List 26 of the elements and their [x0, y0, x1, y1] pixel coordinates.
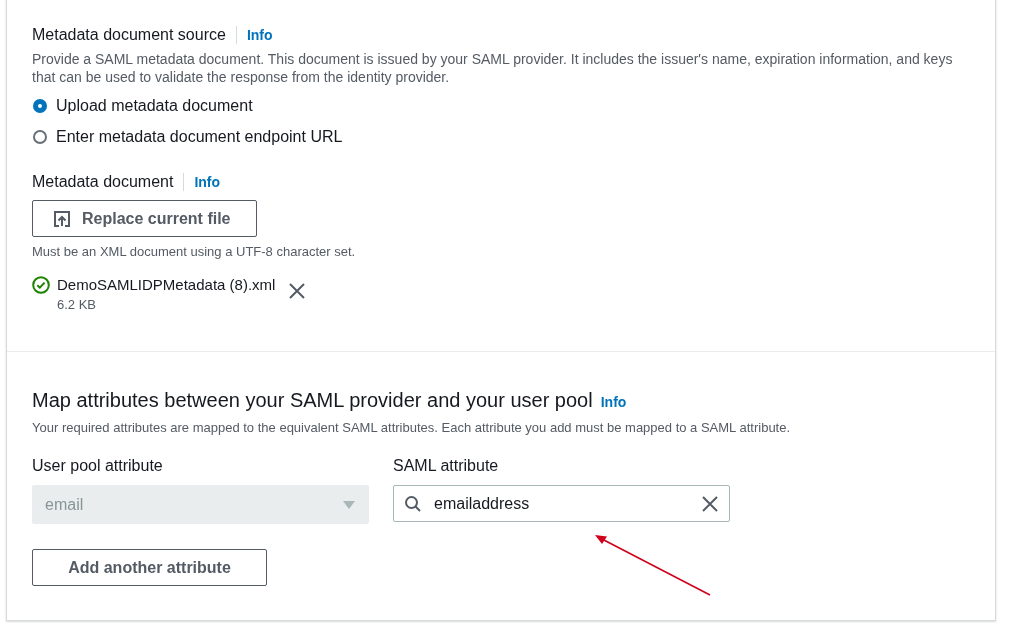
check-circle-icon [32, 276, 50, 294]
radio-label[interactable]: Upload metadata document [56, 96, 253, 115]
replace-file-button[interactable]: Replace current file [32, 200, 257, 237]
file-name: DemoSAMLIDPMetadata (8).xml [57, 276, 276, 293]
radio-button[interactable] [33, 129, 47, 144]
field-label: Metadata document [32, 173, 174, 191]
radio-label[interactable]: Enter metadata document endpoint URL [56, 127, 343, 146]
field-description: Provide a SAML metadata document. This document is issued by your SAML provider. It includes the issuer's name, expiration information, and keys that can be used to validate the response from the identity provider. [32, 50, 954, 86]
section-description: Your required attributes are mapped to the equivalent SAML attributes. Each attribute you add must be mapped to a SAML attribute. [32, 419, 792, 437]
add-attribute-button[interactable]: Add another attribute [32, 549, 267, 586]
file-size: 6.2 KB [57, 297, 98, 312]
dropdown-caret-icon [342, 499, 356, 510]
radio-button[interactable] [33, 98, 47, 113]
clear-icon[interactable] [702, 496, 718, 512]
field-label: User pool attribute [32, 457, 164, 475]
close-icon[interactable] [288, 282, 307, 300]
search-field[interactable]: emailaddress [393, 485, 730, 522]
constraint-text: Must be an XML document using a UTF-8 character set. [32, 244, 357, 259]
field-label: SAML attribute [393, 457, 500, 475]
section-title: Map attributes between your SAML provider and your user pool [32, 389, 593, 412]
info-link[interactable]: Info [246, 27, 273, 43]
search-icon [404, 495, 422, 513]
info-link[interactable]: Info [600, 394, 627, 410]
upload-icon [53, 209, 71, 228]
info-link[interactable]: Info [194, 174, 221, 190]
field-label: Metadata document source [32, 26, 226, 44]
